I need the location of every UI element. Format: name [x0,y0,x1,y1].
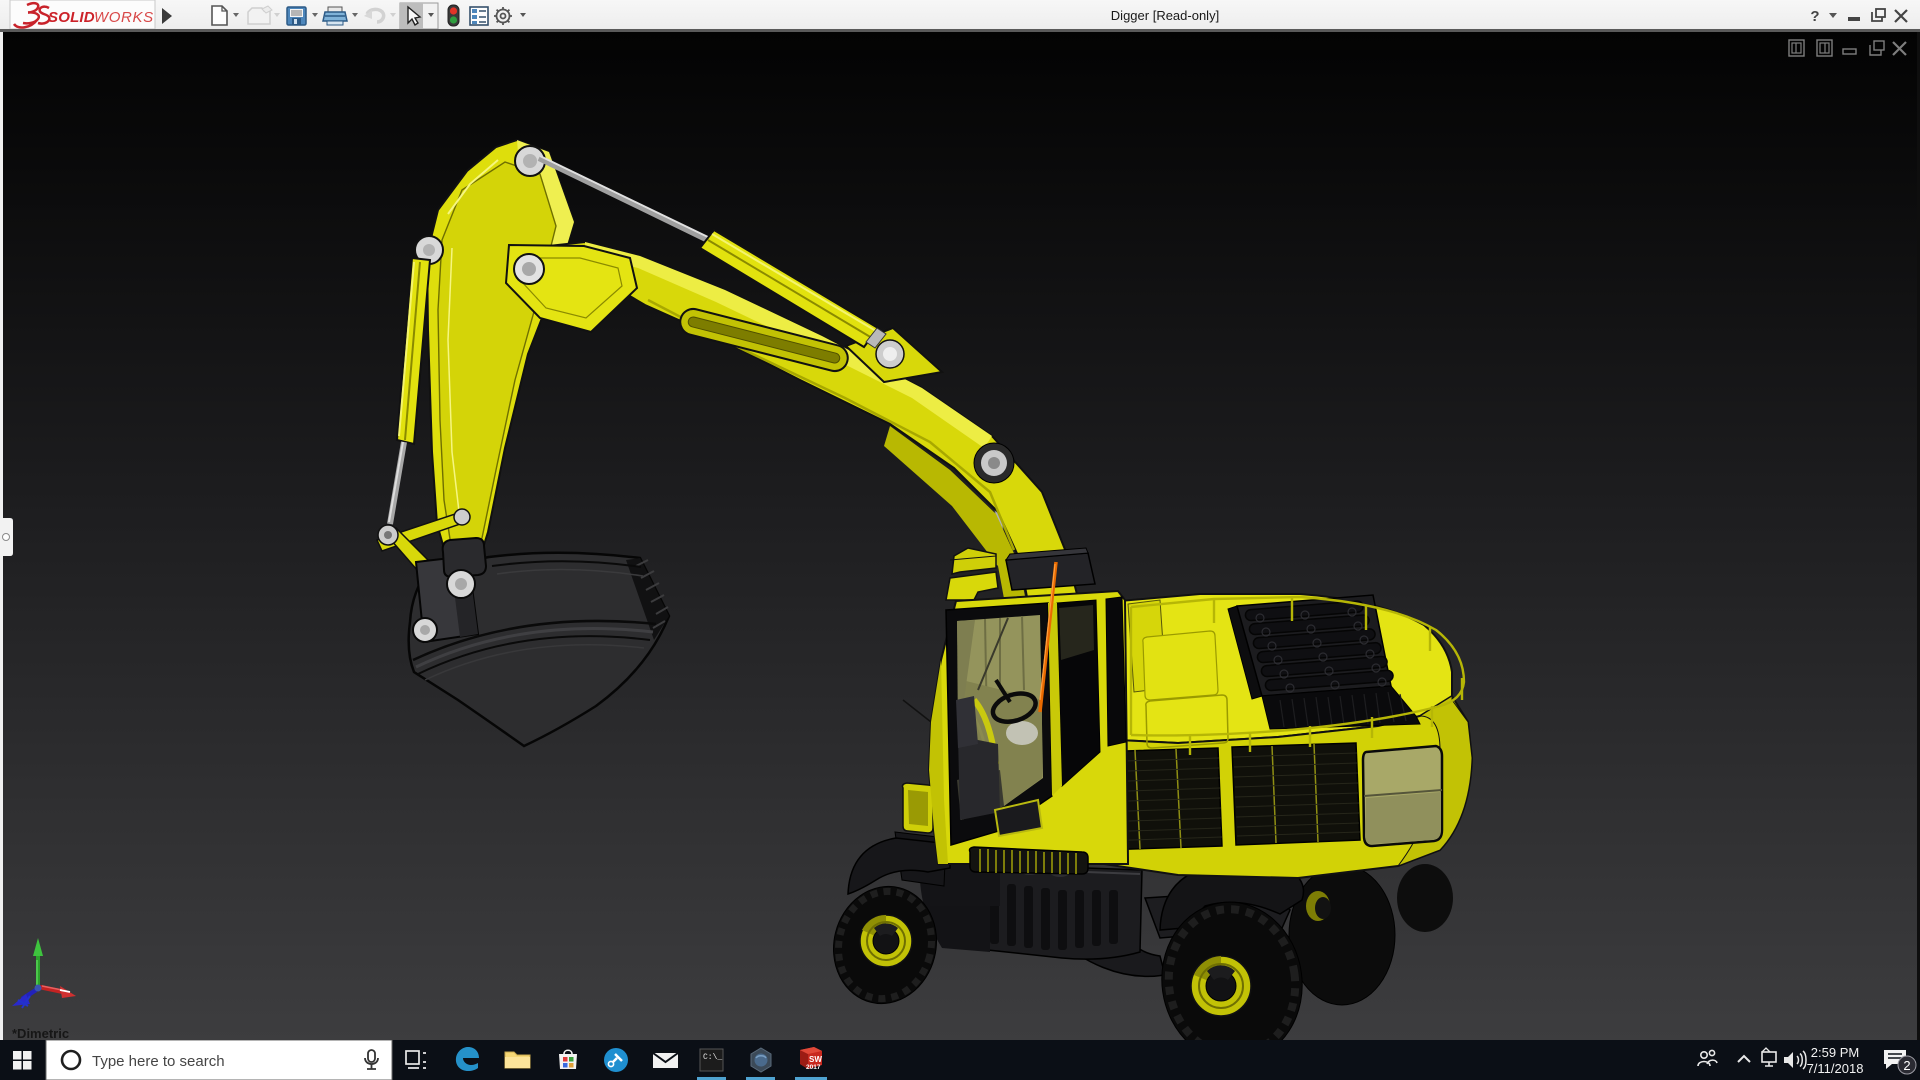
svg-text:SOLID: SOLID [48,9,95,26]
svg-text:7/11/2018: 7/11/2018 [1807,1061,1864,1076]
svg-text:*Dimetric: *Dimetric [12,1026,69,1041]
svg-text:2:59 PM: 2:59 PM [1811,1045,1859,1060]
svg-text:2017: 2017 [806,1064,821,1071]
svg-text:?: ? [1810,8,1819,25]
svg-text:SW: SW [809,1055,822,1064]
svg-text:C:\_: C:\_ [703,1053,722,1062]
svg-text:WORKS: WORKS [94,9,154,26]
svg-text:2: 2 [1903,1058,1910,1073]
svg-text:Type here to search: Type here to search [92,1053,225,1070]
svg-text:Digger [Read-only]: Digger [Read-only] [1111,8,1219,23]
